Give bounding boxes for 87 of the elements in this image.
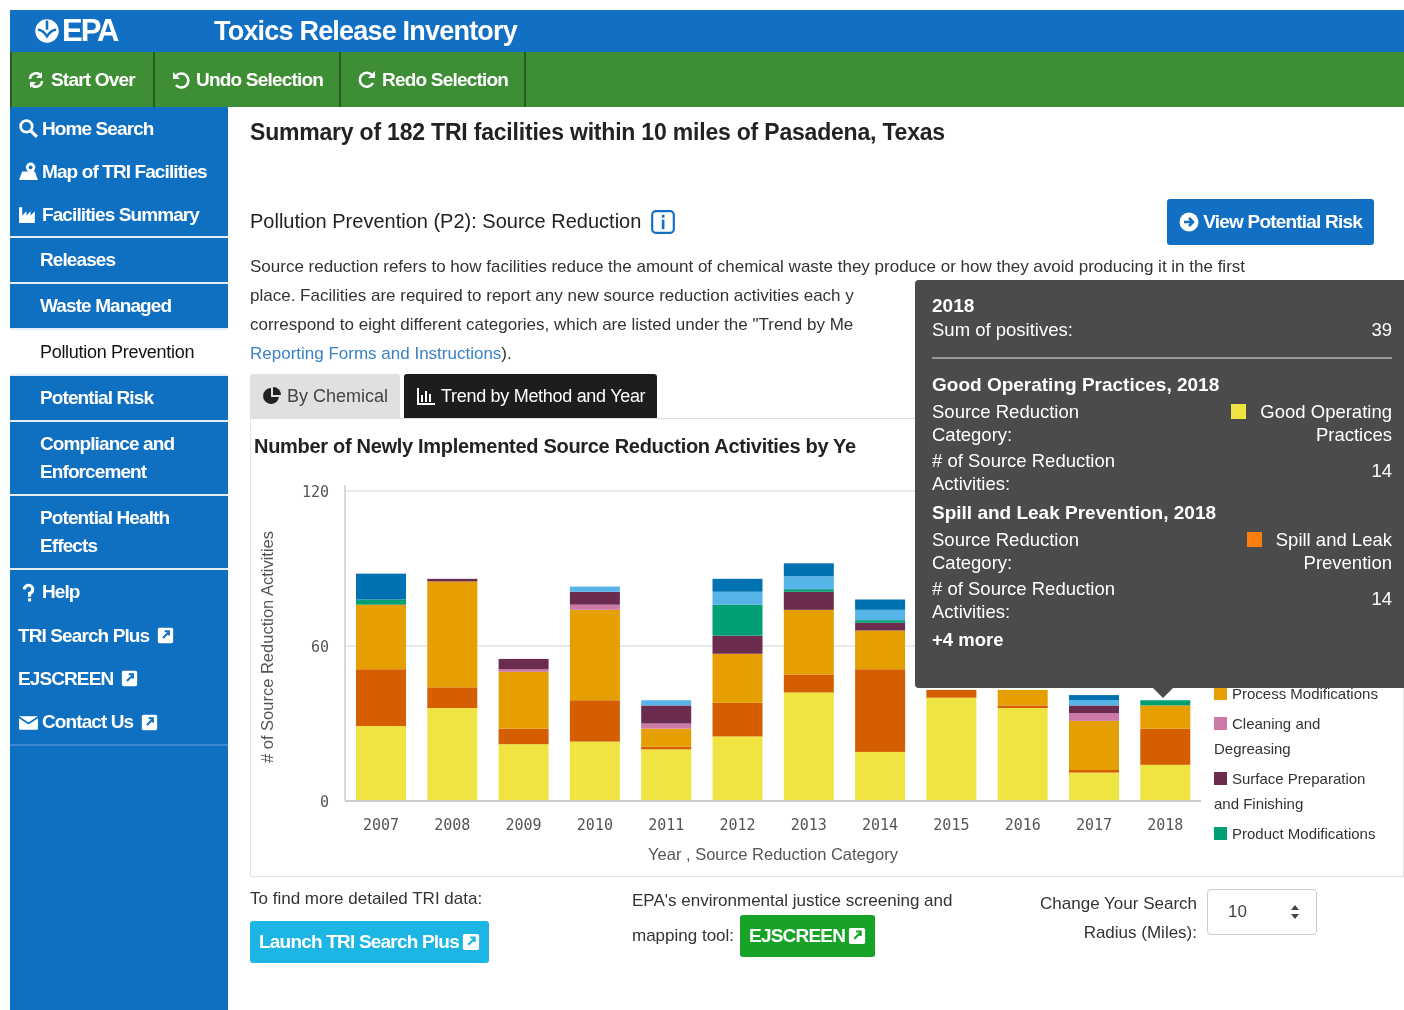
- info-icon[interactable]: [651, 209, 676, 234]
- view-potential-risk-button[interactable]: View Potential Risk: [1167, 198, 1374, 245]
- toolbar-button[interactable]: Start Over: [10, 52, 155, 107]
- sidebar-item[interactable]: Map of TRI Facilities: [10, 150, 228, 193]
- tooltip-label: Source Reduction Category:: [932, 528, 1081, 574]
- x-axis-tick-label: 2016: [1004, 816, 1041, 834]
- sidebar-item[interactable]: TRI Search Plus: [10, 614, 228, 657]
- tooltip-entry-title: Good Operating Practices, 2018: [932, 373, 1220, 397]
- bar-segment: [356, 669, 406, 727]
- sidebar-item[interactable]: Potential Risk: [10, 374, 228, 420]
- sidebar-item[interactable]: Facilities Summary: [10, 193, 228, 236]
- ejscreen-label: EPA's environmental justice screening and: [632, 890, 953, 912]
- radius-field[interactable]: 10: [1207, 889, 1317, 935]
- x-axis-tick-label: 2014: [862, 816, 899, 834]
- tooltip-title: 2018: [932, 294, 975, 318]
- bar-chart-icon: [416, 386, 437, 406]
- ejscreen-button[interactable]: EJSCREEN: [740, 915, 876, 957]
- x-axis-tick-label: 2013: [790, 816, 827, 834]
- pie-chart-icon: [262, 386, 282, 406]
- map-pin-icon: [18, 161, 39, 182]
- tooltip-label: # of Source Reduction Activities:: [932, 449, 1117, 495]
- x-axis-tick-label: 2012: [719, 816, 756, 834]
- description-text: correspond to eight different categories, which are listed under the "Trend by Me: [250, 314, 854, 336]
- arrow-circle-icon: [1179, 211, 1200, 232]
- details-link[interactable]: Reporting Forms and Instructions: [250, 339, 502, 368]
- tooltip-value: 14: [1371, 459, 1392, 482]
- external-link-icon: [121, 670, 139, 687]
- external-link-icon: [848, 927, 867, 945]
- tooltip-value: Good Operating Practices: [1260, 401, 1392, 445]
- chart-title: Number of Newly Implemented Source Reduction Activities by Ye: [253, 434, 857, 457]
- section-title: Pollution Prevention (P2): Source Reduction: [250, 210, 642, 233]
- x-axis-tick-label: 2007: [362, 816, 400, 834]
- undo-icon: [171, 69, 191, 90]
- description-text: Source reduction refers to how facilities reduce the amount of chemical waste they produce or how they avoid producing it in the first: [250, 256, 1246, 278]
- description-text: ).: [501, 343, 512, 365]
- bar-segment: [712, 578, 763, 592]
- x-axis-tick-label: 2008: [434, 816, 471, 834]
- chart-tab[interactable]: Trend by Method and Year: [404, 374, 658, 418]
- y-axis-title: # of Source Reduction Activities: [258, 531, 276, 763]
- y-axis-tick-label: 60: [310, 638, 329, 656]
- spinner-arrows-icon: [1290, 903, 1300, 921]
- sidebar-item[interactable]: Pollution Prevention: [10, 328, 228, 374]
- search-plus-label: To find more detailed TRI data:: [250, 889, 484, 909]
- x-axis-tick-label: 2015: [933, 816, 970, 834]
- tooltip-value: 39: [1371, 318, 1392, 341]
- logo-text: EPA: [62, 13, 118, 49]
- chart-tab[interactable]: By Chemical: [250, 374, 401, 418]
- sidebar-item[interactable]: Contact Us: [10, 700, 228, 746]
- x-axis-tick-label: 2010: [576, 816, 613, 834]
- legend-item: Surface Preparation and Finishing: [1214, 769, 1367, 814]
- site-title: Toxics Release Inventory: [214, 15, 517, 47]
- search-icon: [18, 118, 39, 139]
- tooltip-label: # of Source Reduction Activities:: [932, 577, 1117, 623]
- redo-icon: [357, 69, 378, 90]
- y-axis-tick-label: 120: [301, 483, 329, 501]
- external-link-icon: [461, 933, 480, 951]
- tooltip-value: 14: [1371, 587, 1392, 610]
- tooltip-value: Spill and Leak Prevention: [1275, 529, 1392, 573]
- sidebar-item[interactable]: Help: [10, 568, 228, 614]
- page-title: Summary of 182 TRI facilities within 10 miles of Pasadena, Texas: [250, 119, 946, 146]
- sidebar-item[interactable]: Potential Health Effects: [10, 494, 228, 568]
- refresh-icon: [26, 69, 46, 90]
- bar-segment: [569, 741, 620, 801]
- ejscreen-label: mapping tool:: [632, 926, 735, 946]
- legend-item: Cleaning and Degreasing: [1214, 714, 1322, 759]
- external-link-icon: [141, 713, 159, 731]
- y-axis-tick-label: 0: [319, 793, 329, 811]
- x-axis-tick-label: 2009: [505, 816, 542, 834]
- x-axis-tick-label: 2011: [648, 816, 685, 834]
- bar-segment: [855, 599, 906, 610]
- sidebar-item[interactable]: EJSCREEN: [10, 657, 228, 700]
- radius-label: Change Your Search Radius (Miles):: [1039, 893, 1197, 944]
- flower-icon: [34, 18, 60, 44]
- sidebar-item[interactable]: Releases: [10, 236, 228, 282]
- x-axis-tick-label: 2018: [1147, 816, 1184, 834]
- tooltip-entry-title: Spill and Leak Prevention, 2018: [932, 501, 1217, 525]
- bar-segment: [783, 563, 834, 577]
- tooltip-more: +4 more: [932, 629, 1004, 651]
- x-axis-tick-label: 2017: [1075, 816, 1113, 834]
- legend-item: Product Modifications: [1214, 821, 1386, 846]
- sidebar-item[interactable]: Home Search: [10, 107, 228, 150]
- tooltip-label: Sum of positives:: [932, 318, 1073, 341]
- external-link-icon: [157, 627, 175, 644]
- description-text: place. Facilities are required to report any new source reduction activities each y: [250, 285, 854, 307]
- tooltip-label: Source Reduction Category:: [932, 400, 1081, 446]
- x-axis-title: Year , Source Reduction Category: [648, 845, 898, 863]
- sidebar-item[interactable]: Compliance and Enforcement: [10, 420, 228, 494]
